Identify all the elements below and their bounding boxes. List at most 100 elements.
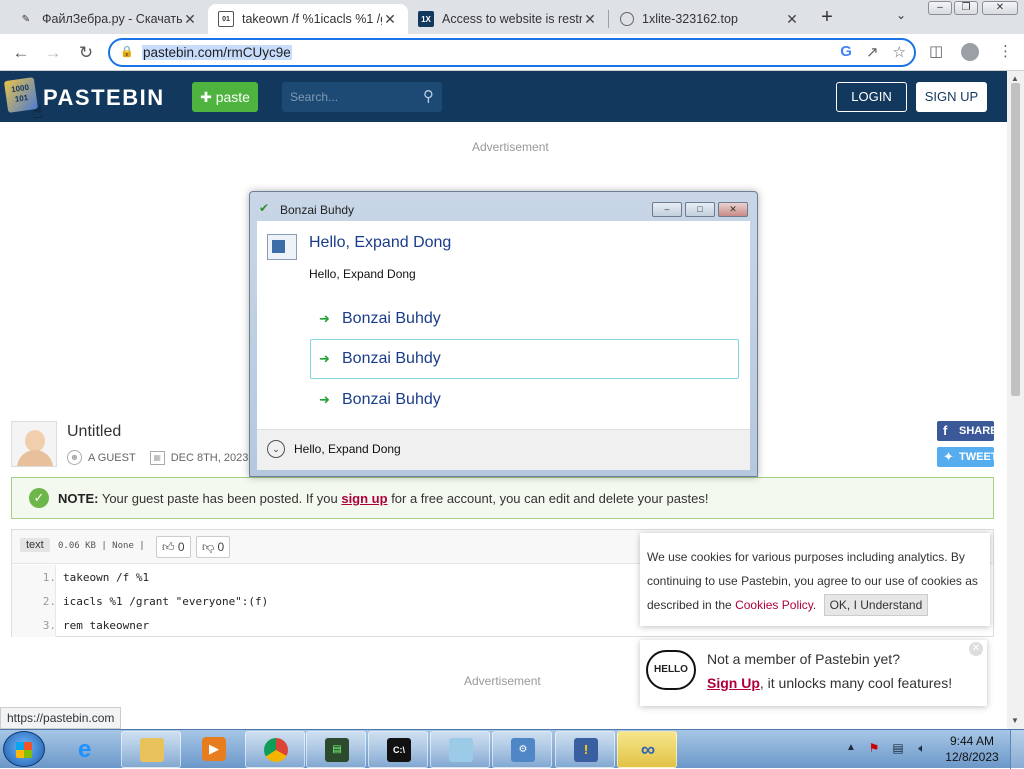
dialog-command-link[interactable]: ➜ Bonzai Buhdy: [310, 380, 739, 420]
taskbar-ie[interactable]: e: [60, 731, 120, 768]
notice-signup-link[interactable]: sign up: [341, 491, 387, 506]
promo-headline: Not a member of Pastebin yet?: [707, 651, 900, 667]
dialog-command-link[interactable]: ➜ Bonzai Buhdy: [310, 339, 739, 379]
tab-title: ФайлЗебра.ру - Скачать: [42, 12, 182, 26]
like-count: 0: [177, 540, 185, 554]
address-bar[interactable]: 🔒 pastebin.com/rmCUyc9e G ↗ ☆: [108, 38, 916, 67]
taskbar-cmd[interactable]: C:\: [368, 731, 428, 768]
signup-button[interactable]: SIGN UP: [916, 82, 987, 112]
close-tab-icon[interactable]: ✕: [382, 11, 398, 28]
syntax-language-badge[interactable]: text: [20, 538, 50, 552]
cookie-accept-button[interactable]: OK, I Understand: [823, 594, 929, 616]
line-number: 1.: [42, 571, 56, 584]
taskbar-clock[interactable]: 9:44 AM 12/8/2023: [942, 733, 1002, 765]
tab-title: 1xlite-323162.top: [642, 12, 738, 26]
profile-avatar-icon[interactable]: [961, 43, 979, 61]
network-icon[interactable]: ▤: [890, 741, 906, 757]
close-tab-icon[interactable]: ✕: [182, 11, 198, 28]
plus-icon: ✚: [200, 89, 216, 105]
tab-filezebra[interactable]: ✎ ФайлЗебра.ру - Скачать ✕: [8, 4, 208, 34]
dialog-close-button[interactable]: ✕: [718, 202, 748, 217]
taskbar-infinity-app[interactable]: ∞: [617, 731, 677, 768]
volume-icon[interactable]: 🔈︎: [914, 741, 930, 757]
dialog-maximize-button[interactable]: □: [685, 202, 715, 217]
tab-pastebin[interactable]: 01 takeown /f %1icacls %1 /g ✕: [208, 4, 408, 34]
page-scrollbar[interactable]: ▲ ▼: [1007, 71, 1024, 729]
cookies-policy-link[interactable]: Cookies Policy: [735, 598, 813, 612]
scroll-down-arrow-icon[interactable]: ▼: [1011, 716, 1019, 725]
tab-1xlite[interactable]: 1xlite-323162.top ✕: [610, 4, 810, 34]
expand-label[interactable]: Hello, Expand Dong: [294, 442, 401, 456]
taskbar-notepad[interactable]: [430, 731, 490, 768]
dialog-window-icon: [267, 234, 297, 260]
paste-author[interactable]: A GUEST: [88, 452, 136, 464]
back-arrow-icon[interactable]: ←: [10, 42, 32, 64]
share-icon[interactable]: ↗: [866, 43, 879, 61]
menu-kebab-icon[interactable]: ⋮: [998, 42, 1013, 60]
line-number: 3.: [42, 619, 56, 632]
new-paste-button[interactable]: ✚ paste: [192, 82, 258, 112]
taskbar-media-player[interactable]: ▶: [186, 731, 242, 768]
facebook-icon: f: [943, 423, 948, 438]
twitter-tweet-button[interactable]: ✦ TWEET: [937, 447, 998, 467]
facebook-share-button[interactable]: f SHARE: [937, 421, 998, 441]
dialog-footer: ⌄ Hello, Expand Dong: [257, 429, 750, 470]
taskbar-control-panel[interactable]: ⚙: [492, 731, 552, 768]
tab-title: takeown /f %1icacls %1 /g: [242, 12, 382, 26]
green-arrow-icon: ➜: [319, 311, 330, 326]
line-number: 2.: [42, 595, 56, 608]
windows-logo-icon: [16, 742, 32, 758]
command-prompt-icon: C:\: [387, 738, 411, 762]
sidepanel-icon[interactable]: ◫: [929, 42, 943, 60]
line-text: icacls %1 /grant "everyone":(f): [63, 595, 269, 608]
dialog-minimize-button[interactable]: –: [652, 202, 682, 217]
taskbar-chrome[interactable]: [245, 731, 305, 768]
show-hidden-icons-arrow[interactable]: ▲: [846, 742, 856, 753]
address-url[interactable]: pastebin.com/rmCUyc9e: [142, 45, 292, 60]
action-center-flag-icon[interactable]: ⚑: [866, 741, 882, 757]
close-tab-icon[interactable]: ✕: [784, 11, 800, 28]
close-tab-icon[interactable]: ✕: [582, 11, 598, 28]
dialog-command-link[interactable]: ➜ Bonzai Buhdy: [310, 299, 739, 339]
tab-search-chevron-icon[interactable]: ⌄: [896, 8, 906, 22]
taskbar-task-manager[interactable]: ▤: [306, 731, 366, 768]
reload-icon[interactable]: ↻: [75, 42, 97, 64]
start-button[interactable]: [3, 731, 45, 767]
forward-arrow-icon[interactable]: →: [42, 42, 64, 64]
expand-chevron-icon[interactable]: ⌄: [267, 440, 285, 458]
like-button[interactable]: 👍︎ 0: [156, 536, 191, 558]
promo-text-rest: , it unlocks many cool features!: [759, 675, 953, 691]
command-link-label: Bonzai Buhdy: [342, 310, 441, 327]
scroll-up-arrow-icon[interactable]: ▲: [1011, 74, 1019, 83]
close-popup-icon[interactable]: ✕: [969, 642, 983, 656]
tab-access-restricted[interactable]: 1X Access to website is restri ✕: [408, 4, 608, 34]
clock-date: 12/8/2023: [945, 750, 999, 764]
clock-time: 9:44 AM: [949, 734, 995, 748]
close-window-button[interactable]: ✕: [982, 1, 1018, 15]
taskbar-explorer[interactable]: [121, 731, 181, 768]
search-input[interactable]: Search... ⚲: [282, 82, 442, 112]
scrollbar-thumb[interactable]: [1011, 83, 1020, 396]
pastebin-logo-text[interactable]: PASTEBIN: [43, 85, 165, 111]
promo-signup-link[interactable]: Sign Up: [707, 675, 760, 691]
show-desktop-button[interactable]: [1010, 730, 1024, 769]
search-icon[interactable]: ⚲: [423, 87, 434, 105]
minimize-window-button[interactable]: –: [928, 1, 952, 15]
bookmark-star-icon[interactable]: ☆: [893, 43, 906, 61]
hello-badge-icon: HELLO: [646, 650, 696, 690]
dislike-button[interactable]: 👎︎ 0: [196, 536, 231, 558]
restore-window-button[interactable]: ❐: [954, 1, 978, 15]
dialog-body: Hello, Expand Dong Hello, Expand Dong ➜ …: [257, 221, 750, 429]
line-text: rem takeowner: [63, 619, 150, 632]
browser-toolbar: ← → ↻ 🔒 pastebin.com/rmCUyc9e G ↗ ☆ ◫ ⋮: [0, 34, 1024, 71]
google-icon[interactable]: G: [840, 43, 852, 61]
line-text: takeown /f %1: [63, 571, 150, 584]
cookie-text-block: We use cookies for various purposes incl…: [647, 545, 985, 617]
media-player-icon: ▶: [202, 737, 226, 761]
signup-promo-popup: HELLO Not a member of Pastebin yet? Sign…: [640, 640, 987, 706]
taskbar-bonzai[interactable]: !: [555, 731, 615, 768]
new-tab-button[interactable]: +: [816, 6, 838, 28]
login-button[interactable]: LOGIN: [836, 82, 907, 112]
green-arrow-icon: ➜: [319, 351, 330, 366]
lock-icon[interactable]: 🔒: [120, 45, 134, 59]
